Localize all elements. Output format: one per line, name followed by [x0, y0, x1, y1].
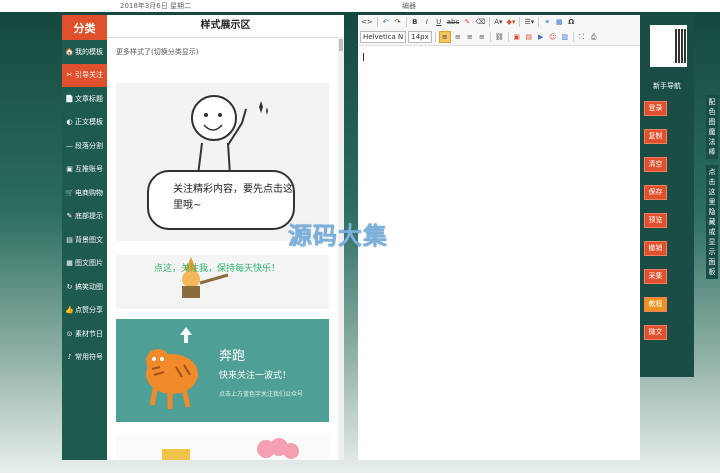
- cart-icon: 🛒: [65, 188, 74, 197]
- toolbar-row-1: <> ↶ ↷ B I U abc ✎ ⌫ A▾ ◆▾ ☰▾ ⚭ ▦ Ω: [360, 17, 576, 27]
- home-icon: 🏠: [65, 47, 74, 56]
- category-item-background-image[interactable]: ▤ 背景图文: [62, 228, 107, 252]
- thumbs-up-icon: 👍: [65, 306, 74, 315]
- template-card-follow-banner[interactable]: 点这，关注我，保持每天快乐！: [116, 255, 329, 309]
- category-header: 分类: [62, 15, 107, 40]
- date-label: 2018年3月6日 星期二: [120, 2, 191, 10]
- align-justify-icon[interactable]: ≡: [477, 32, 487, 42]
- image-gallery-icon[interactable]: ▤: [524, 32, 534, 42]
- scrollbar-thumb[interactable]: [339, 39, 343, 51]
- category-sidebar: 分类 🏠 我的模板 ✂ 引导关注 📄 文章标题 ◐ 正文模板 — 段落分割 ▣ 互推账号 🛒…: [62, 15, 107, 460]
- flower-icon: [162, 438, 299, 460]
- tutorial-button[interactable]: 教程: [644, 297, 667, 312]
- minus-icon: —: [66, 141, 73, 150]
- clear-button[interactable]: 清空: [644, 157, 667, 172]
- running-heading: 奔跑: [219, 349, 246, 364]
- color-palette-tab[interactable]: 配色图魔法棒: [706, 95, 718, 159]
- category-item-body-template[interactable]: ◐ 正文模板: [62, 111, 107, 135]
- format-brush-icon[interactable]: ✎: [462, 17, 472, 27]
- rich-text-editor[interactable]: <> ↶ ↷ B I U abc ✎ ⌫ A▾ ◆▾ ☰▾ ⚭ ▦ Ω Helv…: [358, 15, 640, 460]
- category-item-footer-tips[interactable]: ✎ 底部提示: [62, 205, 107, 229]
- editor-title: 编器: [402, 2, 416, 10]
- category-item-image-text[interactable]: ▦ 图文图片: [62, 252, 107, 276]
- text-caret: [363, 53, 364, 61]
- pencil-icon: ✎: [66, 212, 73, 221]
- underline-button[interactable]: U: [434, 17, 444, 27]
- attachment-icon[interactable]: ▥: [560, 32, 570, 42]
- category-item-article-title[interactable]: 📄 文章标题: [62, 87, 107, 111]
- running-subtitle: 快来关注一波式！: [219, 371, 292, 381]
- align-left-icon[interactable]: ≡: [438, 31, 451, 43]
- image-icon: ▤: [66, 235, 73, 244]
- image-upload-icon[interactable]: ▣: [512, 32, 522, 42]
- music-note-icon: ♪: [67, 353, 72, 362]
- fullscreen-icon[interactable]: ⛶: [577, 32, 587, 42]
- line-height-icon[interactable]: ☰▾: [523, 17, 535, 27]
- bold-button[interactable]: B: [410, 17, 420, 27]
- template-card-partial[interactable]: [116, 435, 329, 460]
- preview-button[interactable]: 预览: [644, 213, 667, 228]
- beginner-guide-link[interactable]: 新手导航: [640, 81, 694, 91]
- align-center-icon[interactable]: ≡: [453, 32, 463, 42]
- circle-dot-icon: ⊙: [66, 329, 73, 338]
- half-circle-icon: ◐: [66, 118, 73, 127]
- save-button[interactable]: 保存: [644, 185, 667, 200]
- redo-icon[interactable]: ↷: [393, 17, 403, 27]
- follow-tip-bubble: 关注精彩内容，要先点击这里哦~: [147, 170, 295, 230]
- print-icon[interactable]: ⎙: [589, 32, 599, 42]
- special-chars-icon[interactable]: Ω: [566, 17, 576, 27]
- table-icon[interactable]: ▦: [554, 17, 564, 27]
- category-list: 🏠 我的模板 ✂ 引导关注 📄 文章标题 ◐ 正文模板 — 段落分割 ▣ 互推账号 🛒 电商购…: [62, 40, 107, 369]
- category-item-my-templates[interactable]: 🏠 我的模板: [62, 40, 107, 64]
- template-card-running-cat[interactable]: 奔跑 快来关注一波式！ 点击上方蓝色字关注我们公众号: [116, 319, 329, 422]
- clear-format-icon[interactable]: ⌫: [474, 17, 486, 27]
- collect-button[interactable]: 采集: [644, 269, 667, 284]
- align-right-icon[interactable]: ≡: [465, 32, 475, 42]
- category-item-symbols[interactable]: ♪ 常用符号: [62, 346, 107, 370]
- scissors-icon: ✂: [66, 71, 73, 80]
- link-icon[interactable]: ⚭: [542, 17, 552, 27]
- toggle-panel-tab[interactable]: 点击这里隐藏或显示面板: [706, 165, 718, 279]
- category-item-guide-follow[interactable]: ✂ 引导关注: [62, 63, 107, 87]
- document-icon: 📄: [65, 94, 74, 103]
- follow-banner-text: 点这，关注我，保持每天快乐！: [154, 264, 281, 274]
- micro-article-button[interactable]: 微文: [644, 325, 667, 340]
- watermark-logo: 源码大集: [288, 222, 388, 250]
- editor-toolbar: <> ↶ ↷ B I U abc ✎ ⌫ A▾ ◆▾ ☰▾ ⚭ ▦ Ω Helv…: [358, 15, 640, 46]
- undo-button[interactable]: 撤销: [644, 241, 667, 256]
- html-source-button[interactable]: <>: [360, 17, 374, 27]
- refresh-icon: ↻: [66, 282, 73, 291]
- category-item-mutual-promo[interactable]: ▣ 互推账号: [62, 158, 107, 182]
- link-chain-icon[interactable]: ⛓: [494, 32, 505, 42]
- picture-icon: ▦: [66, 259, 73, 268]
- category-item-ecommerce[interactable]: 🛒 电商购物: [62, 181, 107, 205]
- background-color-icon[interactable]: ◆▾: [506, 17, 517, 27]
- strikethrough-button[interactable]: abc: [446, 17, 461, 27]
- font-color-icon[interactable]: A▾: [493, 17, 503, 27]
- undo-icon[interactable]: ↶: [381, 17, 391, 27]
- emoji-icon[interactable]: ☺: [548, 32, 558, 42]
- video-icon[interactable]: ▶: [536, 32, 546, 42]
- italic-button[interactable]: I: [422, 17, 432, 27]
- vertical-tabs: 配色图魔法棒 点击这里隐藏或显示面板: [706, 95, 718, 279]
- copy-button[interactable]: 复制: [644, 129, 667, 144]
- login-button[interactable]: 登录: [644, 101, 667, 116]
- category-item-like-share[interactable]: 👍 点赞分享: [62, 299, 107, 323]
- font-size-select[interactable]: 14px: [408, 31, 432, 43]
- font-family-select[interactable]: Helvetica N: [360, 31, 407, 43]
- running-small-text: 点击上方蓝色字关注我们公众号: [219, 391, 304, 398]
- category-item-paragraph-divider[interactable]: — 段落分割: [62, 134, 107, 158]
- top-bar: 2018年3月6日 星期二 编器: [0, 0, 720, 12]
- showcase-title: 样式展示区: [107, 15, 344, 38]
- category-item-funny-gif[interactable]: ↻ 搞笑动图: [62, 275, 107, 299]
- action-panel: 新手导航 登录 复制 清空 保存 预览 撤销 采集 教程 微文: [640, 15, 694, 377]
- square-icon: ▣: [66, 165, 73, 174]
- showcase-hint: 更多样式了(切换分类显示): [116, 48, 199, 56]
- toolbar-row-2: Helvetica N 14px ≡ ≡ ≡ ≡ ⛓ ▣ ▤ ▶ ☺ ▥ ⛶ ⎙: [360, 31, 599, 43]
- category-item-holiday[interactable]: ⊙ 素材节日: [62, 322, 107, 346]
- qr-code-icon: [650, 25, 687, 67]
